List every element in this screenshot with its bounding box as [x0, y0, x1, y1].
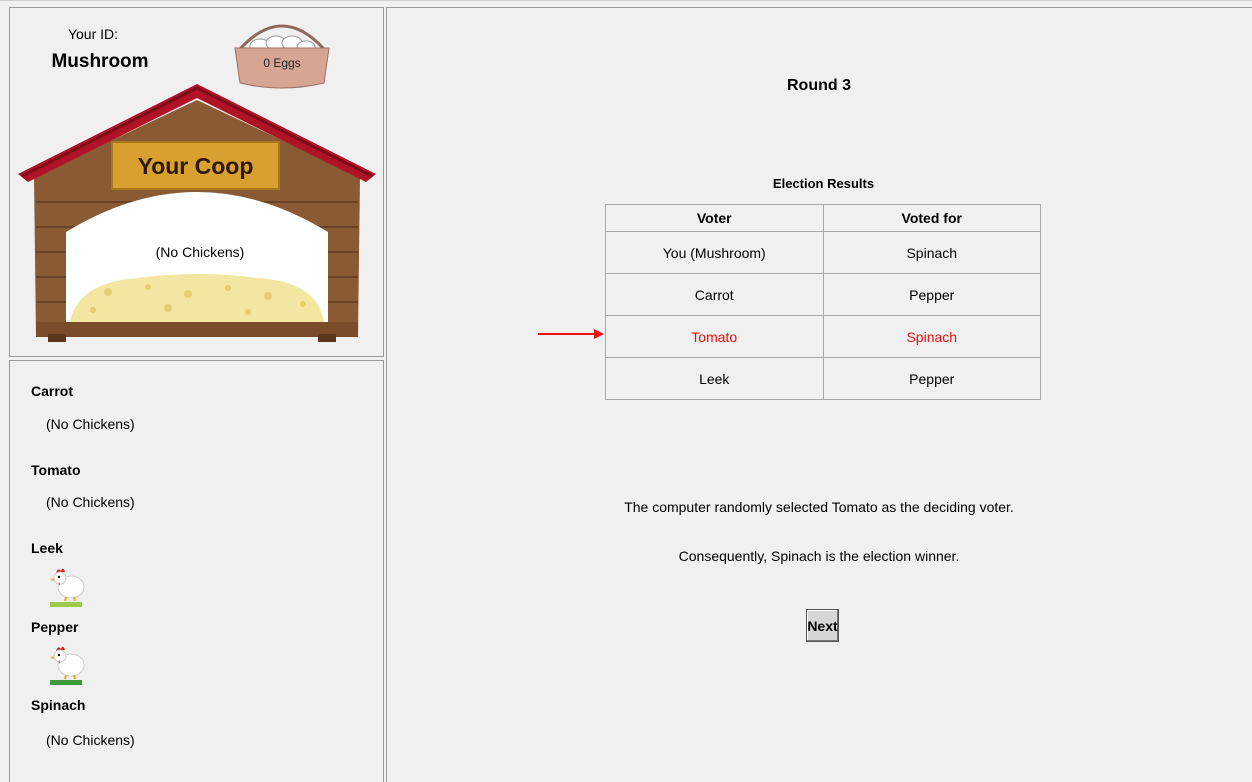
top-border: [0, 0, 1252, 1]
column-header-voted-for: Voted for: [822, 204, 1041, 232]
egg-count: 0 Eggs: [263, 56, 301, 70]
winner-message: Consequently, Spinach is the election wi…: [678, 548, 960, 564]
table-row: Carrot Pepper: [605, 273, 1041, 316]
your-id-value: Mushroom: [51, 51, 149, 72]
voter-cell: You (Mushroom): [605, 231, 824, 274]
arrow-right-icon: [538, 329, 604, 339]
player-name-pepper: Pepper: [31, 619, 79, 635]
next-button[interactable]: Next: [806, 609, 839, 642]
chicken-icon: [50, 646, 85, 685]
voter-cell: Leek: [605, 357, 824, 400]
player-name-carrot: Carrot: [31, 383, 74, 399]
player-status-tomato: (No Chickens): [46, 494, 135, 510]
coop-sign: Your Coop: [137, 153, 254, 179]
round-title: Round 3: [787, 77, 851, 94]
player-status-spinach: (No Chickens): [46, 732, 135, 748]
column-header-voter: Voter: [605, 204, 824, 232]
election-results-table: Voter Voted for You (Mushroom) Spinach C…: [605, 204, 1041, 400]
table-row-highlighted: Tomato Spinach: [605, 315, 1041, 358]
player-name-leek: Leek: [31, 540, 63, 556]
voted-for-cell: Spinach: [822, 315, 1041, 358]
table-row: Leek Pepper: [605, 357, 1041, 400]
player-status-carrot: (No Chickens): [46, 416, 135, 432]
voter-cell: Carrot: [605, 273, 824, 316]
voted-for-cell: Pepper: [822, 273, 1041, 316]
voted-for-cell: Pepper: [822, 357, 1041, 400]
election-results-title: Election Results: [772, 176, 875, 191]
egg-basket-icon: [234, 24, 330, 89]
table-row: You (Mushroom) Spinach: [605, 231, 1041, 274]
chicken-icon: [50, 568, 85, 607]
deciding-voter-message: The computer randomly selected Tomato as…: [624, 499, 1014, 515]
voter-cell: Tomato: [605, 315, 824, 358]
voted-for-cell: Spinach: [822, 231, 1041, 274]
table-header-row: Voter Voted for: [605, 204, 1041, 232]
player-name-spinach: Spinach: [31, 697, 86, 713]
coop-status: (No Chickens): [155, 244, 245, 260]
player-name-tomato: Tomato: [31, 462, 81, 478]
coop-illustration: [18, 84, 376, 342]
your-id-label: Your ID:: [67, 26, 119, 42]
